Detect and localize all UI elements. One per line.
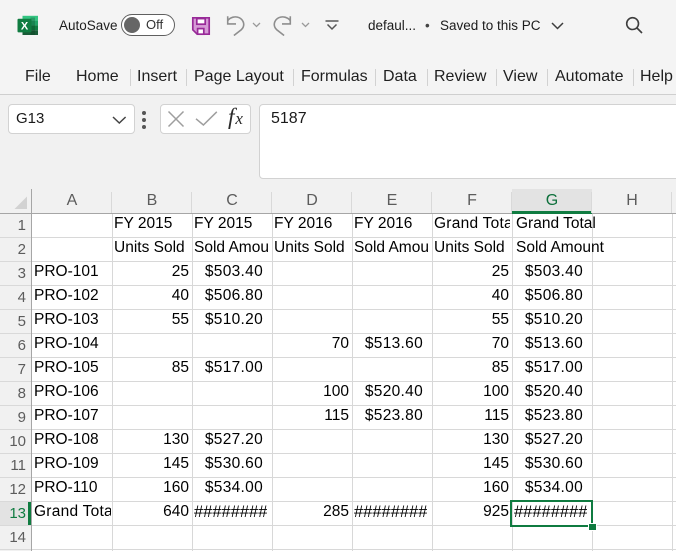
svg-text:X: X — [21, 21, 29, 33]
